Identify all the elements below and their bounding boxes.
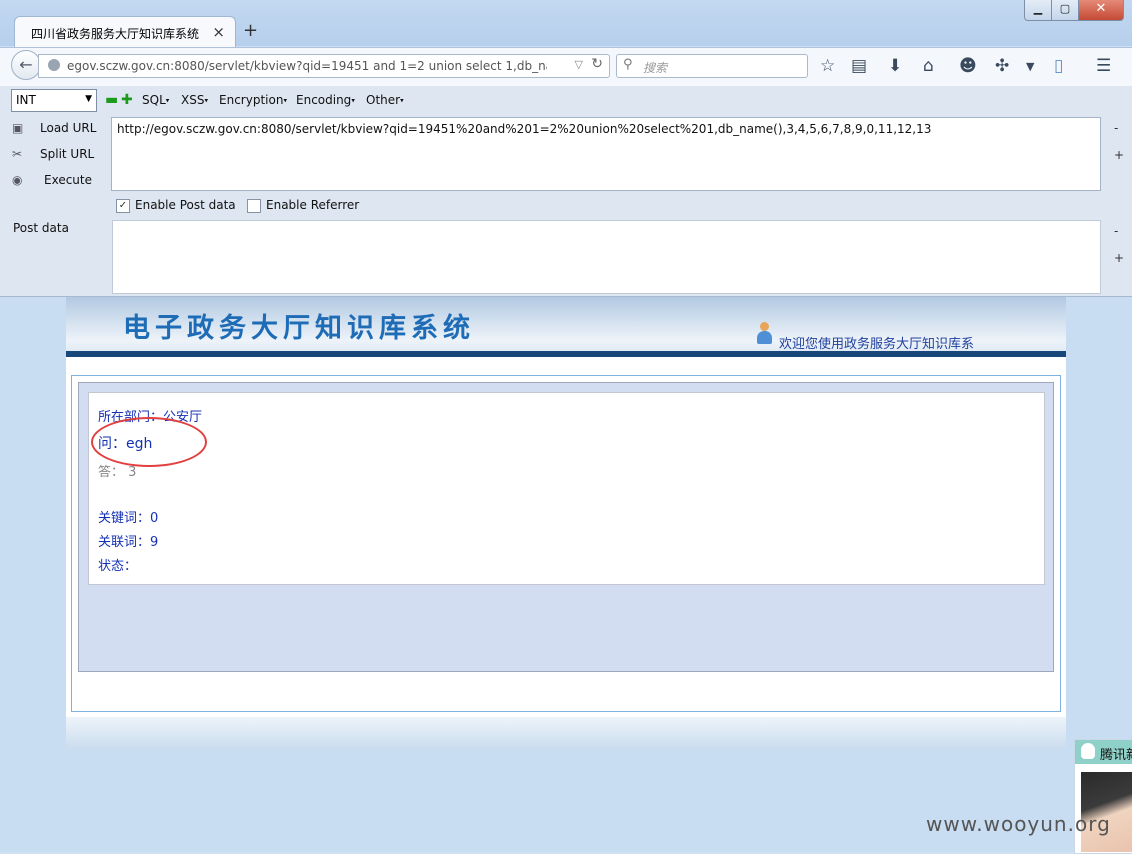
maximize-button[interactable]: ▢ xyxy=(1051,0,1079,21)
menu-xss-label: XSS xyxy=(181,93,205,107)
notes-icon[interactable]: ▯ xyxy=(1054,56,1063,76)
download-icon[interactable]: ⬇ xyxy=(888,56,902,76)
reload-icon[interactable]: ↻ xyxy=(591,56,603,72)
reading-list-icon[interactable]: ▤ xyxy=(851,56,867,76)
menu-other[interactable]: Other▾ xyxy=(366,93,404,107)
penguin-icon xyxy=(1081,743,1095,759)
related-field: 关联词：9 xyxy=(98,535,159,550)
site-title: 电子政务大厅知识库系统 xyxy=(123,313,475,344)
menu-xss[interactable]: XSS▾ xyxy=(181,93,208,107)
extension-icon[interactable]: ✣ xyxy=(995,56,1009,76)
page-footer-band xyxy=(66,717,1066,750)
menu-other-label: Other xyxy=(366,93,401,107)
type-select[interactable]: INT ▼ xyxy=(11,89,97,112)
url-expand-button[interactable]: + xyxy=(1114,148,1124,162)
status-field: 状态： xyxy=(98,559,138,574)
minimize-button[interactable]: ▁ xyxy=(1024,0,1052,21)
load-url-label: Load URL xyxy=(40,121,97,135)
split-url-icon: ✂ xyxy=(12,147,23,161)
news-popup-title: 腾讯新 xyxy=(1100,748,1132,763)
back-button[interactable]: ← xyxy=(11,50,41,80)
menu-encoding-label: Encoding xyxy=(296,93,352,107)
browser-tab[interactable]: 四川省政务服务大厅知识库系统 × xyxy=(14,16,236,49)
watermark: www.wooyun.org xyxy=(926,812,1111,836)
enable-referrer-label: Enable Referrer xyxy=(266,198,360,212)
url-shrink-button[interactable]: - xyxy=(1114,121,1118,135)
extension-dropdown-icon[interactable]: ▼ xyxy=(1026,60,1034,73)
detail-card xyxy=(88,392,1045,585)
dropdown-caret-icon: ▾ xyxy=(204,96,208,105)
bookmark-star-icon[interactable]: ☆ xyxy=(820,56,835,76)
split-url-button[interactable]: ✂ Split URL xyxy=(12,147,94,161)
back-arrow-icon: ← xyxy=(19,55,33,74)
enable-post-label: Enable Post data xyxy=(135,198,236,212)
chat-icon[interactable]: ☻ xyxy=(959,56,977,76)
chevron-down-icon: ▼ xyxy=(85,94,92,104)
dropdown-caret-icon: ▾ xyxy=(165,96,170,105)
welcome-text: 欢迎您使用政务服务大厅知识库系 xyxy=(779,337,975,352)
execute-button[interactable]: ◉ Execute xyxy=(12,173,92,187)
load-url-icon: ▣ xyxy=(12,121,24,135)
post-expand-button[interactable]: + xyxy=(1114,251,1124,265)
post-data-textarea[interactable] xyxy=(112,220,1101,294)
menu-encoding[interactable]: Encoding▾ xyxy=(296,93,355,107)
post-shrink-button[interactable]: - xyxy=(1114,224,1118,238)
search-input[interactable]: ⚲ 搜索 xyxy=(616,54,808,78)
globe-icon xyxy=(48,59,60,71)
enable-referrer-checkbox[interactable] xyxy=(247,199,261,213)
execute-label: Execute xyxy=(44,173,92,187)
menu-encryption[interactable]: Encryption▾ xyxy=(219,93,287,107)
address-bar[interactable]: egov.sczw.gov.cn:8080/servlet/kbview?qid… xyxy=(38,54,610,78)
increase-icon[interactable]: ✚ xyxy=(121,92,133,108)
keywords-field: 关键词：0 xyxy=(98,511,159,526)
home-icon[interactable]: ⌂ xyxy=(923,56,934,76)
address-text: egov.sczw.gov.cn:8080/servlet/kbview?qid… xyxy=(67,59,547,73)
search-placeholder: 搜索 xyxy=(643,61,668,75)
menu-encryption-label: Encryption xyxy=(219,93,284,107)
menu-icon[interactable]: ☰ xyxy=(1096,56,1111,76)
decrease-icon[interactable]: ▬ xyxy=(105,92,118,108)
type-select-value: INT xyxy=(16,93,36,107)
dropdown-caret-icon: ▾ xyxy=(283,96,287,105)
load-url-button[interactable]: ▣ Load URL xyxy=(12,121,96,135)
menu-sql-label: SQL xyxy=(142,93,166,107)
tab-title: 四川省政务服务大厅知识库系统 xyxy=(31,27,200,41)
user-icon xyxy=(757,322,772,346)
split-url-label: Split URL xyxy=(40,147,95,161)
url-textarea[interactable]: http://egov.sczw.gov.cn:8080/servlet/kbv… xyxy=(111,117,1101,191)
close-window-button[interactable]: ✕ xyxy=(1078,0,1124,21)
post-data-label: Post data xyxy=(13,221,69,235)
dropdown-caret-icon: ▾ xyxy=(400,96,404,105)
search-icon: ⚲ xyxy=(623,57,633,72)
url-textarea-value: http://egov.sczw.gov.cn:8080/servlet/kbv… xyxy=(117,122,932,136)
tab-close-button[interactable]: × xyxy=(212,23,225,41)
history-dropdown-icon[interactable]: ▽ xyxy=(575,58,583,71)
highlight-circle xyxy=(91,417,207,467)
menu-sql[interactable]: SQL▾ xyxy=(142,93,169,107)
execute-icon: ◉ xyxy=(12,173,23,187)
dropdown-caret-icon: ▾ xyxy=(351,96,355,105)
enable-post-checkbox[interactable]: ✓ xyxy=(116,199,130,213)
new-tab-button[interactable]: + xyxy=(243,20,258,41)
